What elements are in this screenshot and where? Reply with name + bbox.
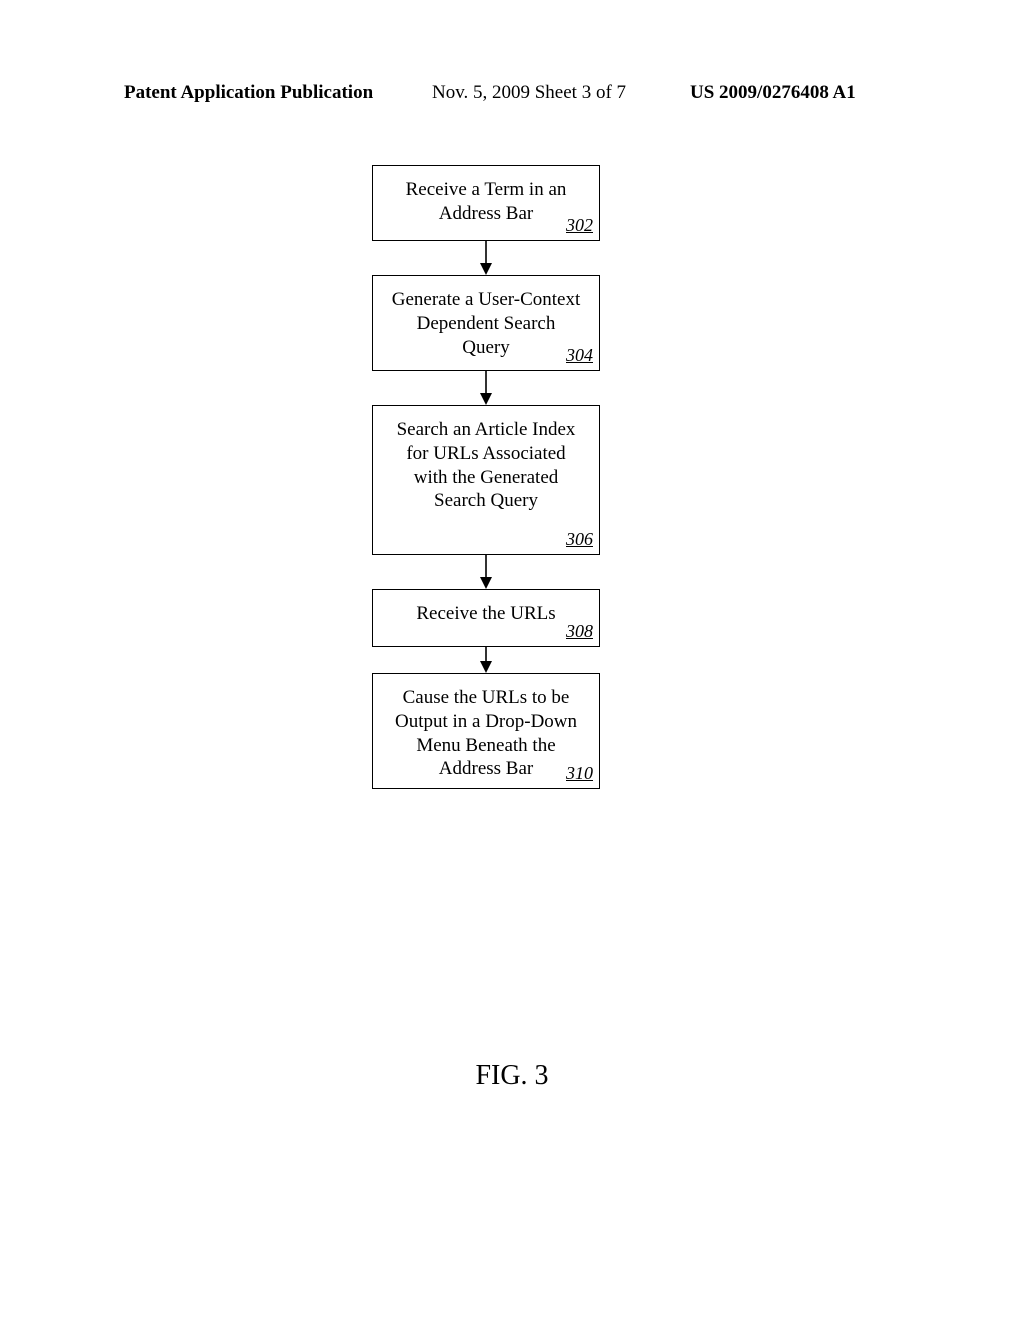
flow-step-label: Receive the URLs bbox=[385, 600, 587, 626]
flow-step-ref: 308 bbox=[566, 620, 593, 643]
flow-step-ref: 310 bbox=[566, 762, 593, 785]
flow-step-308: Receive the URLs 308 bbox=[372, 589, 600, 647]
arrow-down-icon bbox=[476, 555, 496, 589]
header-center: Nov. 5, 2009 Sheet 3 of 7 bbox=[432, 82, 626, 104]
flow-step-ref: 306 bbox=[566, 528, 593, 551]
figure-label: FIG. 3 bbox=[0, 1060, 1024, 1092]
flow-arrow bbox=[372, 555, 600, 589]
flow-step-310: Cause the URLs to be Output in a Drop-Do… bbox=[372, 673, 600, 789]
flowchart: Receive a Term in an Address Bar 302 Gen… bbox=[362, 165, 612, 789]
header-left: Patent Application Publication bbox=[124, 82, 373, 104]
arrow-down-icon bbox=[476, 371, 496, 405]
flow-arrow bbox=[372, 647, 600, 673]
flow-step-304: Generate a User-Context Dependent Search… bbox=[372, 275, 600, 371]
flow-arrow bbox=[372, 241, 600, 275]
flow-step-ref: 302 bbox=[566, 214, 593, 237]
flow-step-label: Search an Article Index for URLs Associa… bbox=[385, 416, 587, 513]
flow-step-label: Receive a Term in an Address Bar bbox=[385, 176, 587, 226]
arrow-down-icon bbox=[476, 241, 496, 275]
arrow-down-icon bbox=[476, 647, 496, 673]
flow-step-label: Generate a User-Context Dependent Search… bbox=[385, 286, 587, 359]
flow-step-label: Cause the URLs to be Output in a Drop-Do… bbox=[385, 684, 587, 781]
flow-step-ref: 304 bbox=[566, 344, 593, 367]
header-right: US 2009/0276408 A1 bbox=[690, 82, 856, 104]
patent-page: Patent Application Publication Nov. 5, 2… bbox=[0, 0, 1024, 1320]
flow-step-302: Receive a Term in an Address Bar 302 bbox=[372, 165, 600, 241]
flow-step-306: Search an Article Index for URLs Associa… bbox=[372, 405, 600, 555]
flow-arrow bbox=[372, 371, 600, 405]
